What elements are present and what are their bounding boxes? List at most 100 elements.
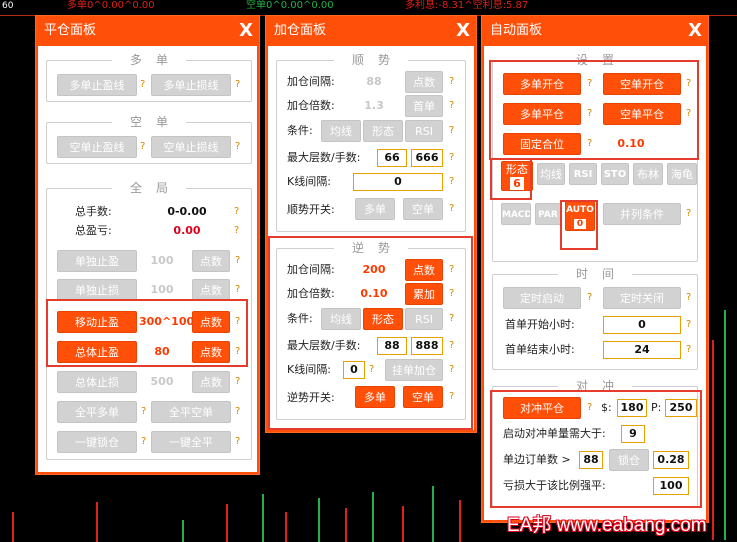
- counter-condition-rsi-button[interactable]: RSI: [405, 308, 443, 330]
- trailing-stop-unit-button[interactable]: 点数: [192, 311, 230, 333]
- rsi-button[interactable]: RSI: [569, 163, 597, 185]
- counter-switch-short-button[interactable]: 空单: [403, 386, 443, 408]
- help-icon[interactable]: ?: [449, 176, 454, 188]
- single-take-profit-unit-button[interactable]: 点数: [192, 250, 230, 272]
- short-take-profit-line-button[interactable]: 空单止盈线: [57, 136, 137, 158]
- trend-max-lots-input[interactable]: 666: [411, 149, 443, 167]
- hedge-min-orders-input[interactable]: 9: [621, 425, 645, 443]
- single-stop-loss-button[interactable]: 单独止损: [57, 279, 137, 301]
- trend-switch-short-button[interactable]: 空单: [403, 198, 443, 220]
- timer-start-button[interactable]: 定时启动: [503, 287, 581, 309]
- help-icon[interactable]: ?: [587, 402, 592, 414]
- long-open-button[interactable]: 多单开仓: [503, 73, 581, 95]
- help-icon[interactable]: ?: [449, 125, 454, 137]
- help-icon[interactable]: ?: [449, 76, 454, 88]
- counter-switch-long-button[interactable]: 多单: [355, 386, 395, 408]
- help-icon[interactable]: ?: [587, 108, 592, 120]
- help-icon[interactable]: ?: [141, 406, 146, 418]
- sto-button[interactable]: STO: [601, 163, 629, 185]
- bollinger-button[interactable]: 布林: [633, 163, 663, 185]
- loss-ratio-input[interactable]: 100: [653, 477, 689, 495]
- trend-condition-ma-button[interactable]: 均线: [321, 120, 361, 142]
- trend-condition-rsi-button[interactable]: RSI: [405, 120, 443, 142]
- help-icon[interactable]: ?: [686, 108, 691, 120]
- close-all-short-button[interactable]: 全平空单: [151, 401, 231, 423]
- help-icon[interactable]: ?: [141, 436, 146, 448]
- counter-kline-input[interactable]: 0: [343, 361, 365, 379]
- one-click-close-all-button[interactable]: 一键全平: [151, 431, 231, 453]
- help-icon[interactable]: ?: [140, 79, 145, 91]
- turtle-button[interactable]: 海龟: [667, 163, 697, 185]
- help-icon[interactable]: ?: [235, 376, 240, 388]
- help-icon[interactable]: ?: [235, 284, 240, 296]
- par-button[interactable]: PAR: [535, 203, 561, 225]
- hedge-close-button[interactable]: 对冲平仓: [503, 397, 581, 419]
- counter-condition-ma-button[interactable]: 均线: [321, 308, 361, 330]
- help-icon[interactable]: ?: [449, 264, 454, 276]
- counter-condition-pattern-button[interactable]: 形态: [363, 308, 403, 330]
- total-take-profit-unit-button[interactable]: 点数: [192, 341, 230, 363]
- help-icon[interactable]: ?: [686, 319, 691, 331]
- hedge-lock-button[interactable]: 锁仓: [609, 449, 649, 471]
- help-icon[interactable]: ?: [234, 225, 239, 237]
- first-order-start-input[interactable]: 0: [603, 316, 681, 334]
- add-panel-titlebar[interactable]: 加仓面板 X: [266, 16, 476, 46]
- close-panel-close-button[interactable]: X: [239, 16, 253, 46]
- help-icon[interactable]: ?: [235, 406, 240, 418]
- help-icon[interactable]: ?: [686, 78, 691, 90]
- help-icon[interactable]: ?: [449, 203, 454, 215]
- counter-max-lots-input[interactable]: 888: [411, 337, 443, 355]
- trend-kline-input[interactable]: 0: [353, 173, 443, 191]
- hedge-points-input[interactable]: 250: [665, 399, 697, 417]
- help-icon[interactable]: ?: [449, 364, 454, 376]
- help-icon[interactable]: ?: [686, 292, 691, 304]
- help-icon[interactable]: ?: [587, 292, 592, 304]
- auto-panel-titlebar[interactable]: 自动面板 X: [482, 16, 708, 46]
- timer-stop-button[interactable]: 定时关闭: [603, 287, 681, 309]
- short-close-button[interactable]: 空单平仓: [603, 103, 681, 125]
- counter-multiplier-mode-button[interactable]: 累加: [405, 283, 443, 305]
- short-open-button[interactable]: 空单开仓: [603, 73, 681, 95]
- trend-multiplier-mode-button[interactable]: 首单: [405, 95, 443, 117]
- trend-max-layers-input[interactable]: 66: [377, 149, 407, 167]
- short-stop-loss-line-button[interactable]: 空单止损线: [151, 136, 231, 158]
- single-take-profit-button[interactable]: 单独止盈: [57, 250, 137, 272]
- first-order-end-input[interactable]: 24: [603, 341, 681, 359]
- close-all-long-button[interactable]: 全平多单: [57, 401, 137, 423]
- close-panel-titlebar[interactable]: 平仓面板 X: [36, 16, 259, 46]
- macd-button[interactable]: MACD: [501, 203, 531, 225]
- help-icon[interactable]: ?: [686, 208, 691, 220]
- counter-max-layers-input[interactable]: 88: [377, 337, 407, 355]
- help-icon[interactable]: ?: [587, 138, 592, 150]
- auto-button[interactable]: AUTO 0: [565, 201, 595, 231]
- trend-interval-unit-button[interactable]: 点数: [405, 71, 443, 93]
- help-icon[interactable]: ?: [449, 391, 454, 403]
- help-icon[interactable]: ?: [686, 344, 691, 356]
- add-panel-close-button[interactable]: X: [456, 16, 470, 46]
- counter-interval-unit-button[interactable]: 点数: [405, 259, 443, 281]
- fixed-lot-button[interactable]: 固定合位: [503, 133, 581, 155]
- help-icon[interactable]: ?: [235, 346, 240, 358]
- trend-switch-long-button[interactable]: 多单: [355, 198, 395, 220]
- ma-button[interactable]: 均线: [537, 163, 565, 185]
- total-stop-loss-button[interactable]: 总体止损: [57, 371, 137, 393]
- help-icon[interactable]: ?: [449, 313, 454, 325]
- help-icon[interactable]: ?: [235, 141, 240, 153]
- help-icon[interactable]: ?: [449, 340, 454, 352]
- help-icon[interactable]: ?: [235, 79, 240, 91]
- total-stop-loss-unit-button[interactable]: 点数: [192, 371, 230, 393]
- help-icon[interactable]: ?: [449, 152, 454, 164]
- long-take-profit-line-button[interactable]: 多单止盈线: [57, 74, 137, 96]
- trend-condition-pattern-button[interactable]: 形态: [363, 120, 403, 142]
- pending-order-add-button[interactable]: 挂单加仓: [385, 359, 443, 381]
- help-icon[interactable]: ?: [235, 316, 240, 328]
- long-close-button[interactable]: 多单平仓: [503, 103, 581, 125]
- long-stop-loss-line-button[interactable]: 多单止损线: [151, 74, 231, 96]
- auto-panel-close-button[interactable]: X: [688, 16, 702, 46]
- help-icon[interactable]: ?: [140, 141, 145, 153]
- help-icon[interactable]: ?: [449, 288, 454, 300]
- hedge-dollar-input[interactable]: 180: [617, 399, 647, 417]
- help-icon[interactable]: ?: [369, 364, 374, 376]
- trailing-stop-button[interactable]: 移动止盈: [57, 311, 137, 333]
- single-stop-loss-unit-button[interactable]: 点数: [192, 279, 230, 301]
